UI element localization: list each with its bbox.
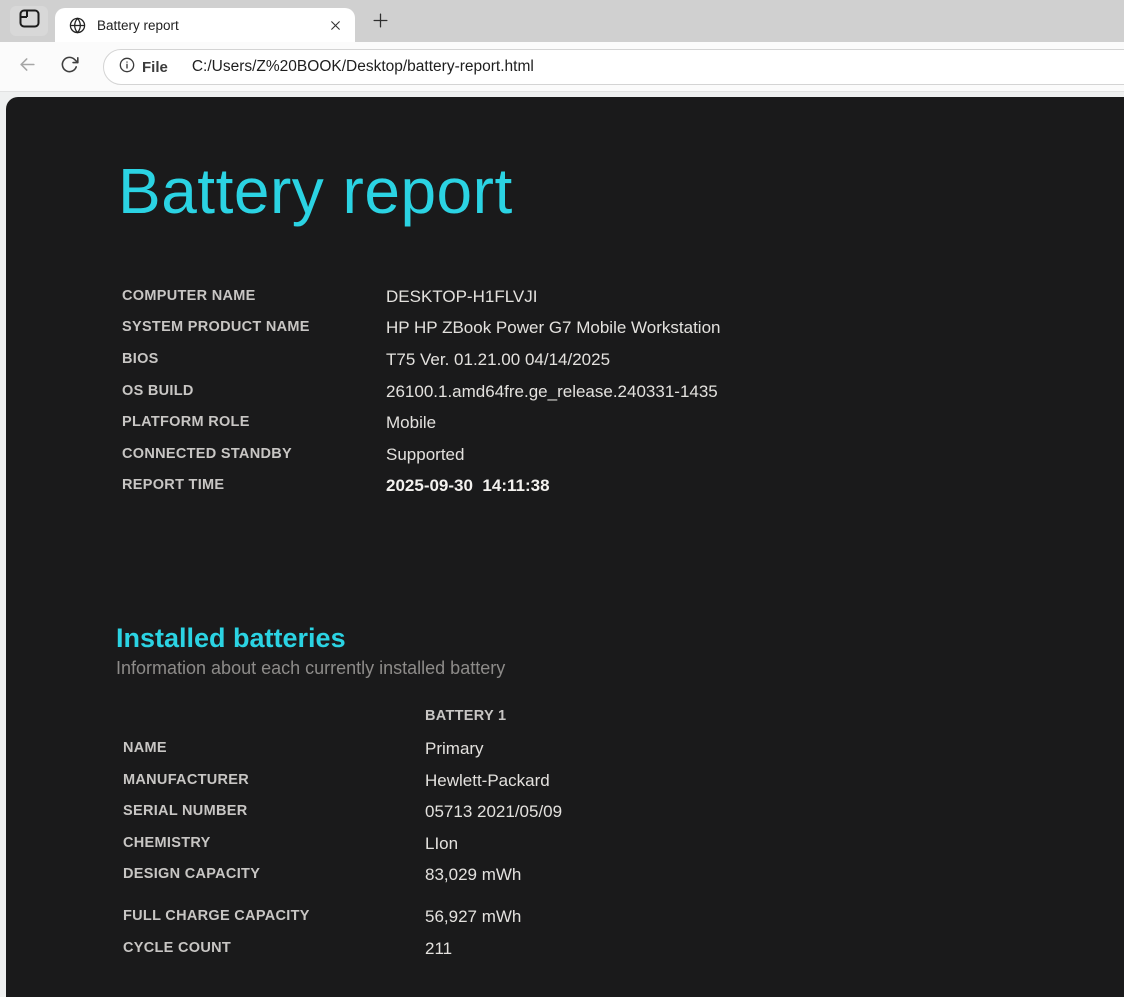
refresh-icon (60, 55, 79, 79)
table-row: COMPUTER NAME DESKTOP-H1FLVJI (122, 281, 1084, 313)
table-row: OS BUILD 26100.1.amd64fre.ge_release.240… (122, 376, 1084, 408)
table-row: CYCLE COUNT 211 (123, 933, 1084, 965)
table-row: PLATFORM ROLE Mobile (122, 407, 1084, 439)
url-text: C:/Users/Z%20BOOK/Desktop/battery-report… (192, 58, 534, 76)
row-value: Supported (386, 439, 1084, 471)
row-label: SERIAL NUMBER (123, 796, 425, 828)
section-subheading: Information about each currently install… (116, 658, 1084, 679)
arrow-left-icon (18, 55, 37, 79)
row-label: OS BUILD (122, 376, 386, 408)
table-row: MANUFACTURER Hewlett-Packard (123, 765, 1084, 797)
row-label: MANUFACTURER (123, 765, 425, 797)
refresh-button[interactable] (52, 50, 86, 84)
table-row: CHEMISTRY LIon (123, 828, 1084, 860)
address-bar[interactable]: File C:/Users/Z%20BOOK/Desktop/battery-r… (103, 49, 1124, 85)
row-label: FULL CHARGE CAPACITY (123, 901, 425, 933)
row-label: COMPUTER NAME (122, 281, 386, 313)
tab-actions-icon (19, 9, 40, 33)
row-label: BIOS (122, 344, 386, 376)
battery-report-page: Battery report COMPUTER NAME DESKTOP-H1F… (6, 97, 1124, 997)
table-row: FULL CHARGE CAPACITY 56,927 mWh (123, 901, 1084, 933)
row-label: CHEMISTRY (123, 828, 425, 860)
row-label: NAME (123, 733, 425, 765)
row-value: Primary (425, 733, 1084, 765)
back-button[interactable] (10, 50, 44, 84)
tab-title: Battery report (97, 18, 325, 33)
system-info-table: COMPUTER NAME DESKTOP-H1FLVJI SYSTEM PRO… (122, 281, 1084, 502)
row-label: CONNECTED STANDBY (122, 439, 386, 471)
table-header-row: BATTERY 1 (123, 701, 1084, 733)
header-spacer (123, 701, 425, 733)
row-label: CYCLE COUNT (123, 933, 425, 965)
row-value: 26100.1.amd64fre.ge_release.240331-1435 (386, 376, 1084, 408)
table-row: NAME Primary (123, 733, 1084, 765)
row-value: 83,029 mWh (425, 859, 1084, 891)
tab-actions-button[interactable] (10, 6, 48, 36)
row-label: SYSTEM PRODUCT NAME (122, 312, 386, 344)
url-scheme-label: File (142, 59, 168, 76)
section-heading: Installed batteries (116, 622, 1084, 654)
row-value: DESKTOP-H1FLVJI (386, 281, 1084, 313)
row-label: REPORT TIME (122, 470, 386, 502)
row-value: Mobile (386, 407, 1084, 439)
content-frame: Battery report COMPUTER NAME DESKTOP-H1F… (0, 92, 1124, 997)
row-value: 56,927 mWh (425, 901, 1084, 933)
table-row: CONNECTED STANDBY Supported (122, 439, 1084, 471)
info-circle-icon (119, 57, 135, 78)
plus-icon (372, 12, 389, 34)
table-row: BIOS T75 Ver. 01.21.00 04/14/2025 (122, 344, 1084, 376)
report-time-value: 2025-09-30 14:11:38 (386, 470, 1084, 502)
row-value: LIon (425, 828, 1084, 860)
row-value: Hewlett-Packard (425, 765, 1084, 797)
table-row: SYSTEM PRODUCT NAME HP HP ZBook Power G7… (122, 312, 1084, 344)
row-label: DESIGN CAPACITY (123, 859, 425, 891)
table-row: SERIAL NUMBER 05713 2021/05/09 (123, 796, 1084, 828)
installed-batteries-table: BATTERY 1 NAME Primary MANUFACTURER Hewl… (123, 701, 1084, 964)
tab-strip: Battery report (0, 0, 1124, 42)
close-tab-icon[interactable] (325, 15, 345, 35)
battery-column-header: BATTERY 1 (425, 701, 1084, 733)
row-value: 211 (425, 933, 1084, 965)
navigation-bar: File C:/Users/Z%20BOOK/Desktop/battery-r… (0, 42, 1124, 92)
row-value: 05713 2021/05/09 (425, 796, 1084, 828)
row-label: PLATFORM ROLE (122, 407, 386, 439)
browser-tab[interactable]: Battery report (55, 8, 355, 42)
table-row: REPORT TIME 2025-09-30 14:11:38 (122, 470, 1084, 502)
table-row: DESIGN CAPACITY 83,029 mWh (123, 859, 1084, 891)
new-tab-button[interactable] (365, 9, 395, 37)
page-title: Battery report (118, 153, 1084, 230)
row-value: T75 Ver. 01.21.00 04/14/2025 (386, 344, 1084, 376)
row-value: HP HP ZBook Power G7 Mobile Workstation (386, 312, 1084, 344)
site-info-chip[interactable]: File (119, 57, 168, 78)
globe-icon (69, 17, 86, 34)
